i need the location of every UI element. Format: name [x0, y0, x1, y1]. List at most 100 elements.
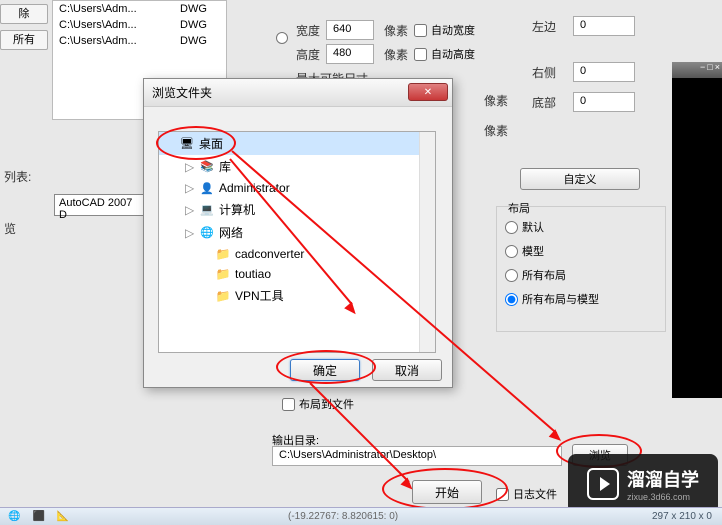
tree-label: 库	[219, 158, 231, 175]
close-preview-icon[interactable]: ×	[715, 62, 720, 78]
status-icon-3: 📐	[57, 511, 69, 522]
tree-label: 网络	[219, 224, 243, 241]
left-field[interactable]: 0	[573, 16, 635, 36]
width-field[interactable]: 640	[326, 20, 374, 40]
file-row[interactable]: C:\Users\Adm... DWG	[53, 1, 226, 17]
autocad-dropdown[interactable]: AutoCAD 2007 D	[54, 194, 146, 216]
radio-default-input[interactable]	[505, 221, 518, 234]
auto-height-check[interactable]	[414, 48, 427, 61]
auto-height-label: 自动高度	[431, 46, 475, 62]
dialog-titlebar[interactable]: 浏览文件夹 ✕	[144, 79, 452, 107]
preview-titlebar: − □ ×	[672, 62, 722, 78]
radio-all-layouts-model[interactable]: 所有布局与模型	[505, 291, 657, 307]
tree-item-library[interactable]: ▷ 库	[159, 155, 435, 178]
radio-all-layouts-model-input[interactable]	[505, 293, 518, 306]
radio-default-label: 默认	[522, 219, 544, 235]
tree-scrollbar[interactable]	[419, 132, 435, 352]
tree-item-desktop[interactable]: 桌面	[159, 132, 435, 155]
watermark-url: zixue.3d66.com	[627, 492, 699, 502]
left-label: 左边	[532, 18, 556, 35]
tree-item-vpn[interactable]: VPN工具	[159, 284, 435, 307]
preview-pane	[672, 78, 722, 398]
size-radio[interactable]	[276, 32, 288, 44]
computer-icon	[199, 203, 215, 217]
tree-item-administrator[interactable]: ▷ Administrator	[159, 178, 435, 198]
watermark-logo: 溜溜自学 zixue.3d66.com	[568, 454, 718, 514]
auto-width-checkbox[interactable]: 自动宽度	[414, 22, 475, 38]
radio-default[interactable]: 默认	[505, 219, 657, 235]
file-row[interactable]: C:\Users\Adm... DWG	[53, 17, 226, 33]
log-file-checkbox[interactable]: 日志文件	[496, 486, 557, 502]
folder-icon	[215, 289, 231, 303]
play-icon	[587, 468, 619, 500]
custom-button[interactable]: 自定义	[520, 168, 640, 190]
bottom-label: 底部	[532, 94, 556, 111]
tree-item-toutiao[interactable]: toutiao	[159, 264, 435, 284]
status-dimensions: 297 x 210 x 0	[652, 511, 712, 522]
radio-all-layouts-label: 所有布局	[522, 267, 566, 283]
radio-model[interactable]: 模型	[505, 243, 657, 259]
browse-label-left: 览	[4, 220, 16, 237]
log-file-label: 日志文件	[513, 486, 557, 502]
maximize-icon[interactable]: □	[707, 62, 712, 78]
auto-width-check[interactable]	[414, 24, 427, 37]
radio-all-layouts[interactable]: 所有布局	[505, 267, 657, 283]
tree-item-network[interactable]: ▷ 网络	[159, 221, 435, 244]
layout-to-file-check[interactable]	[282, 398, 295, 411]
folder-tree[interactable]: 桌面 ▷ 库 ▷ Administrator ▷ 计算机 ▷ 网络	[158, 131, 436, 353]
radio-model-input[interactable]	[505, 245, 518, 258]
tree-item-cadconverter[interactable]: cadconverter	[159, 244, 435, 264]
background-panel: 除 所有 C:\Users\Adm... DWG C:\Users\Adm...…	[0, 0, 722, 525]
tree-label: Administrator	[219, 181, 290, 195]
dialog-close-button[interactable]: ✕	[408, 83, 448, 101]
file-type: DWG	[180, 3, 220, 15]
list-label: 列表:	[4, 168, 31, 185]
library-icon	[199, 160, 215, 174]
tree-arrow[interactable]: ▷	[185, 181, 195, 195]
folder-icon	[215, 267, 231, 281]
bottom-field[interactable]: 0	[573, 92, 635, 112]
pixels-label-1: 像素	[384, 22, 408, 39]
height-field[interactable]: 480	[326, 44, 374, 64]
auto-height-checkbox[interactable]: 自动高度	[414, 46, 475, 62]
file-row[interactable]: C:\Users\Adm... DWG	[53, 33, 226, 49]
close-icon: ✕	[424, 87, 432, 98]
minimize-icon[interactable]: −	[700, 62, 705, 78]
tree-item-computer[interactable]: ▷ 计算机	[159, 198, 435, 221]
output-path-field[interactable]: C:\Users\Administrator\Desktop\	[272, 446, 562, 466]
tree-arrow[interactable]: ▷	[185, 203, 195, 217]
height-label: 高度	[296, 46, 320, 63]
file-path: C:\Users\Adm...	[59, 35, 180, 47]
radio-all-layouts-model-label: 所有布局与模型	[522, 291, 599, 307]
tree-arrow[interactable]: ▷	[185, 226, 195, 240]
annotation-arrowhead-2	[549, 429, 565, 444]
layout-to-file-label: 布局到文件	[299, 396, 354, 412]
tree-label: cadconverter	[235, 247, 304, 261]
clear-button[interactable]: 除	[0, 4, 48, 24]
tree-label: toutiao	[235, 267, 271, 281]
layout-group: 默认 模型 所有布局 所有布局与模型	[496, 206, 666, 332]
status-bar: 🌐 ⬛ 📐 (-19.22767: 8.820615: 0) 297 x 210…	[0, 507, 722, 525]
radio-all-layouts-input[interactable]	[505, 269, 518, 282]
watermark-title: 溜溜自学	[627, 466, 699, 492]
pixels-label-4: 像素	[484, 122, 508, 139]
dialog-title-text: 浏览文件夹	[152, 84, 212, 101]
pixels-label-2: 像素	[384, 46, 408, 63]
network-icon	[199, 226, 215, 240]
tree-label: VPN工具	[235, 287, 284, 304]
file-path: C:\Users\Adm...	[59, 19, 180, 31]
log-file-check[interactable]	[496, 488, 509, 501]
start-button[interactable]: 开始	[412, 480, 482, 504]
layout-to-file-checkbox[interactable]: 布局到文件	[282, 396, 354, 412]
status-coordinates: (-19.22767: 8.820615: 0)	[288, 511, 398, 522]
folder-icon	[215, 247, 231, 261]
all-button[interactable]: 所有	[0, 30, 48, 50]
user-icon	[199, 181, 215, 195]
tree-label: 桌面	[199, 135, 223, 152]
browse-folder-dialog: 浏览文件夹 ✕ 桌面 ▷ 库 ▷ Administrator	[143, 78, 453, 388]
tree-arrow[interactable]: ▷	[185, 160, 195, 174]
cancel-button[interactable]: 取消	[372, 359, 442, 381]
right-field[interactable]: 0	[573, 62, 635, 82]
radio-model-label: 模型	[522, 243, 544, 259]
ok-button[interactable]: 确定	[290, 359, 360, 381]
